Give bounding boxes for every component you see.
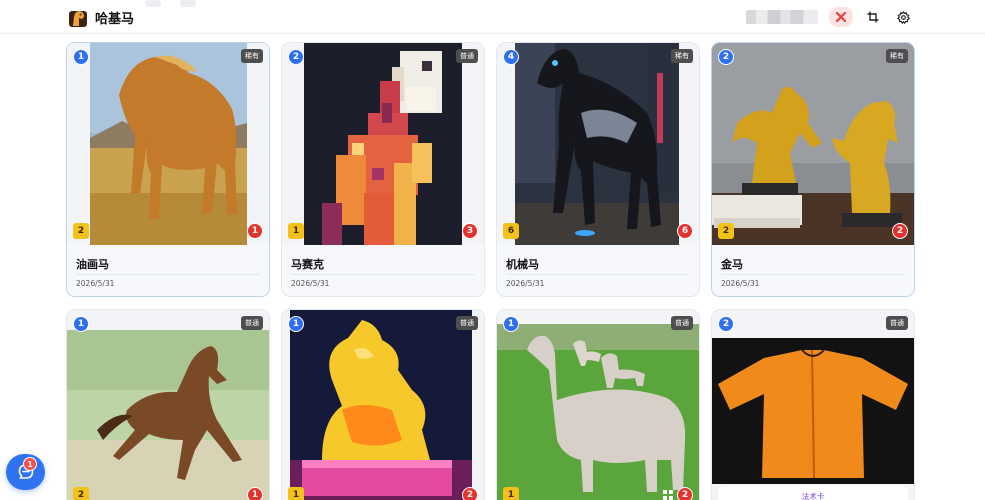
count-badge-left: 1 (288, 223, 304, 239)
count-badge-left: 2 (73, 223, 89, 239)
rank-badge: 2 (288, 49, 304, 65)
nav-placeholder (180, 0, 196, 7)
count-badge-right: 1 (247, 223, 263, 239)
card-orange-robe[interactable]: 2 普通 法术卡 (711, 309, 915, 500)
rarity-tag: 普通 (456, 49, 478, 63)
user-info-blurred (746, 10, 818, 24)
card-info: 金马 2026/5/31 (712, 245, 914, 296)
card-image (712, 43, 914, 245)
divider (76, 274, 260, 275)
card-info: 油画马 2026/5/31 (67, 245, 269, 296)
divider (291, 274, 475, 275)
count-badge-right: 2 (462, 487, 478, 500)
card-image (282, 310, 484, 500)
card-date: 2026/5/31 (721, 279, 760, 288)
card-mech-horse[interactable]: 4 稀有 6 6 机械马 2026/5/31 (496, 42, 700, 297)
rarity-tag: 普通 (241, 316, 263, 330)
card-title: 马赛克 (291, 258, 324, 271)
rarity-tag: 普通 (671, 316, 693, 330)
crop-icon[interactable] (862, 7, 884, 27)
card-image (497, 310, 699, 500)
card-info: 马赛克 2026/5/31 (282, 245, 484, 296)
count-badge-left: 6 (503, 223, 519, 239)
rank-badge: 1 (73, 316, 89, 332)
card-image (497, 43, 699, 245)
grid-icon[interactable] (661, 488, 675, 500)
card-image (67, 43, 269, 245)
count-badge-right: 6 (677, 223, 693, 239)
card-mosaic-horse[interactable]: 2 普通 1 3 马赛克 2026/5/31 (281, 42, 485, 297)
rank-badge: 2 (718, 316, 734, 332)
divider (721, 274, 905, 275)
count-badge-left: 2 (73, 487, 89, 500)
card-info: 机械马 2026/5/31 (497, 245, 699, 296)
count-badge-left: 1 (288, 487, 304, 500)
card-running-horse[interactable]: 1 普通 2 1 (66, 309, 270, 500)
app-title: 哈基马 (95, 12, 135, 27)
rarity-tag: 普通 (456, 316, 478, 330)
count-badge-right: 2 (677, 487, 693, 500)
count-badge-left: 1 (503, 487, 519, 500)
card-title: 金马 (721, 258, 743, 271)
card-image (282, 43, 484, 245)
card-title: 油画马 (76, 258, 109, 271)
rank-badge: 1 (288, 316, 304, 332)
rank-badge: 4 (503, 49, 519, 65)
rank-badge: 1 (73, 49, 89, 65)
card-image (712, 310, 914, 500)
card-image (67, 310, 269, 500)
top-bar: 哈基马 (0, 0, 985, 34)
count-badge-right: 3 (462, 223, 478, 239)
rank-badge: 2 (718, 49, 734, 65)
card-gold-horse[interactable]: 2 稀有 2 2 金马 2026/5/31 (711, 42, 915, 297)
rarity-tag: 稀有 (241, 49, 263, 63)
divider (506, 274, 690, 275)
card-title: 机械马 (506, 258, 539, 271)
rarity-tag: 普通 (886, 316, 908, 330)
card-date: 2026/5/31 (291, 279, 330, 288)
gear-icon[interactable] (892, 7, 914, 27)
nav-placeholder (145, 0, 161, 7)
count-badge-right: 1 (247, 487, 263, 500)
card-date: 2026/5/31 (506, 279, 545, 288)
card-oil-horse[interactable]: 1 稀有 2 1 油画马 2026/5/31 (66, 42, 270, 297)
count-badge-right: 2 (892, 223, 908, 239)
rarity-tag: 稀有 (886, 49, 908, 63)
close-x-icon[interactable] (829, 7, 853, 27)
spell-card-button[interactable]: 法术卡 (718, 486, 908, 500)
rarity-tag: 稀有 (671, 49, 693, 63)
card-lantern-horse[interactable]: 1 普通 1 2 (281, 309, 485, 500)
card-date: 2026/5/31 (76, 279, 115, 288)
rank-badge: 1 (503, 316, 519, 332)
count-badge-left: 2 (718, 223, 734, 239)
horse-logo-icon[interactable] (67, 6, 89, 28)
card-alpaca[interactable]: 1 普通 1 2 (496, 309, 700, 500)
chat-unread-badge: 1 (23, 457, 37, 471)
